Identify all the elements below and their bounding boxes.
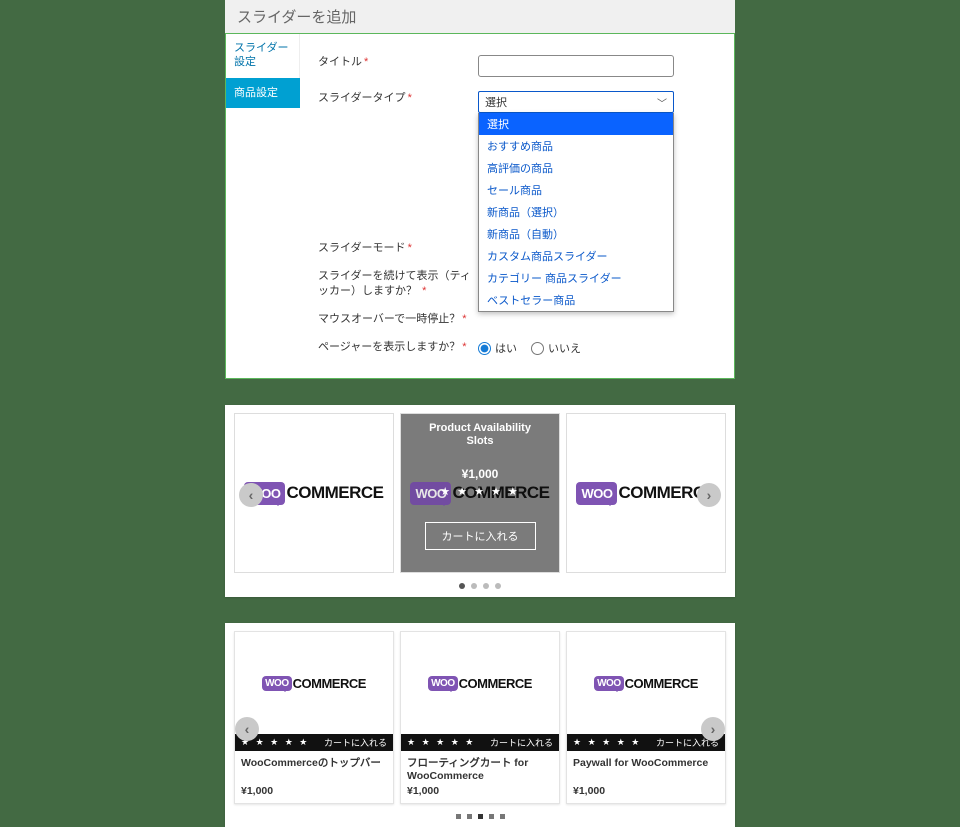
slider-type-option[interactable]: セール商品 <box>479 179 673 201</box>
product-card[interactable]: WOOCOMMERCE ★ ★ ★ ★ ★ カートに入れるフローティングカート fo… <box>400 631 560 804</box>
pager-dot[interactable] <box>495 583 501 589</box>
pager-dot[interactable] <box>467 814 472 819</box>
carousel-next-button[interactable]: › <box>701 717 725 741</box>
tab-product-settings[interactable]: 商品設定 <box>226 78 300 108</box>
overlay-star-rating: ★ ★ ★ ★ ★ <box>440 485 520 498</box>
slider-type-option[interactable]: 高評価の商品 <box>479 157 673 179</box>
carousel-prev-button[interactable]: ‹ <box>235 717 259 741</box>
slider-type-select[interactable]: 選択 ﹀ <box>478 91 674 113</box>
admin-add-slider-panel: スライダーを追加 スライダー設定 商品設定 タイトル* スライダータイプ* 選択… <box>225 0 735 379</box>
woocommerce-logo: WOOCOMMERCE <box>262 676 366 691</box>
slider-type-option[interactable]: 選択 <box>479 113 673 135</box>
product-card[interactable]: WOOCOMMERCE★ ★ ★ ★ ★カートに入れるWooCommerceのト… <box>234 631 394 804</box>
product-carousel-overlay-demo: ‹ › WOOCOMMERCE WOOCOMMERCE Product Avai… <box>225 405 735 597</box>
pager-dot[interactable] <box>471 583 477 589</box>
star-rating-icon: ★ ★ ★ ★ ★ <box>407 737 475 748</box>
product-card-hovered[interactable]: WOOCOMMERCE Product AvailabilitySlots ¥1… <box>400 413 560 573</box>
pager-dot[interactable] <box>483 583 489 589</box>
carousel-pager-dots[interactable] <box>233 583 727 589</box>
required-mark: * <box>408 242 412 254</box>
required-mark: * <box>364 56 368 68</box>
woocommerce-logo: WOOCOMMERCE <box>594 676 698 691</box>
slider-type-option[interactable]: カテゴリー 商品スライダー <box>479 267 673 289</box>
ticker-label: スライダーを続けて表示（ティッカー）しますか？ <box>318 270 471 296</box>
pager-dot[interactable] <box>459 583 465 589</box>
pager-radio-no[interactable]: いいえ <box>531 340 581 356</box>
pager-dot[interactable] <box>478 814 483 819</box>
add-to-cart-link[interactable]: カートに入れる <box>490 736 553 749</box>
product-overlay: Product AvailabilitySlots ¥1,000 ★ ★ ★ ★… <box>401 414 559 572</box>
carousel-pager-dots[interactable] <box>233 814 727 819</box>
carousel-next-button[interactable]: › <box>697 483 721 507</box>
woocommerce-logo: WOOCOMMERCE <box>244 482 383 505</box>
settings-tabs: スライダー設定 商品設定 <box>226 33 300 378</box>
title-input[interactable] <box>478 55 674 77</box>
carousel-prev-button[interactable]: ‹ <box>239 483 263 507</box>
woocommerce-logo: WOOCOMMERCE <box>428 676 532 691</box>
slider-type-option[interactable]: 新商品（自動） <box>479 223 673 245</box>
slider-type-label: スライダータイプ <box>318 92 406 104</box>
product-price: ¥1,000 <box>401 785 559 803</box>
slider-type-selected-value: 選択 <box>485 94 507 110</box>
panel-heading: スライダーを追加 <box>225 0 735 33</box>
required-mark: * <box>462 341 466 353</box>
settings-form: タイトル* スライダータイプ* 選択 ﹀ 選択おすすめ商品高評価の商品セール商品… <box>300 33 734 378</box>
overlay-price: ¥1,000 <box>462 467 499 481</box>
hover-pause-label: マウスオーバーで一時停止？ <box>318 313 460 325</box>
chevron-down-icon: ﹀ <box>657 95 667 110</box>
pager-dot[interactable] <box>456 814 461 819</box>
pager-dot[interactable] <box>489 814 494 819</box>
woocommerce-logo: WOOCOMMERCE <box>576 482 715 505</box>
title-label: タイトル <box>318 56 362 68</box>
slider-type-option[interactable]: ベストセラー商品 <box>479 289 673 311</box>
slider-mode-label: スライダーモード <box>318 242 406 254</box>
slider-type-option[interactable]: カスタム商品スライダー <box>479 245 673 267</box>
add-to-cart-link[interactable]: カートに入れる <box>324 736 387 749</box>
pager-radio-yes-input[interactable] <box>478 342 491 355</box>
pager-label: ページャーを表示しますか？ <box>318 341 460 353</box>
pager-radio-yes[interactable]: はい <box>478 340 517 356</box>
product-card[interactable]: WOOCOMMERCE★ ★ ★ ★ ★カートに入れるPaywall for W… <box>566 631 726 804</box>
slider-type-option[interactable]: おすすめ商品 <box>479 135 673 157</box>
tab-slider-settings[interactable]: スライダー設定 <box>226 33 300 78</box>
required-mark: * <box>408 92 412 104</box>
product-price: ¥1,000 <box>235 785 393 803</box>
slider-type-option[interactable]: 新商品（選択） <box>479 201 673 223</box>
product-carousel-card-demo: ‹ › WOOCOMMERCE★ ★ ★ ★ ★カートに入れるWooCommer… <box>225 623 735 827</box>
required-mark: * <box>462 313 466 325</box>
add-to-cart-button[interactable]: カートに入れる <box>425 522 536 550</box>
star-rating-icon: ★ ★ ★ ★ ★ <box>573 737 641 748</box>
product-price: ¥1,000 <box>567 785 725 803</box>
slider-type-dropdown[interactable]: 選択おすすめ商品高評価の商品セール商品新商品（選択）新商品（自動）カスタム商品ス… <box>478 113 674 312</box>
product-name: Paywall for WooCommerce <box>567 751 725 785</box>
required-mark: * <box>422 285 426 297</box>
pager-radio-no-input[interactable] <box>531 342 544 355</box>
pager-dot[interactable] <box>500 814 505 819</box>
product-name: WooCommerceのトップバー <box>235 751 393 785</box>
product-name: フローティングカート for WooCommerce <box>401 751 559 785</box>
